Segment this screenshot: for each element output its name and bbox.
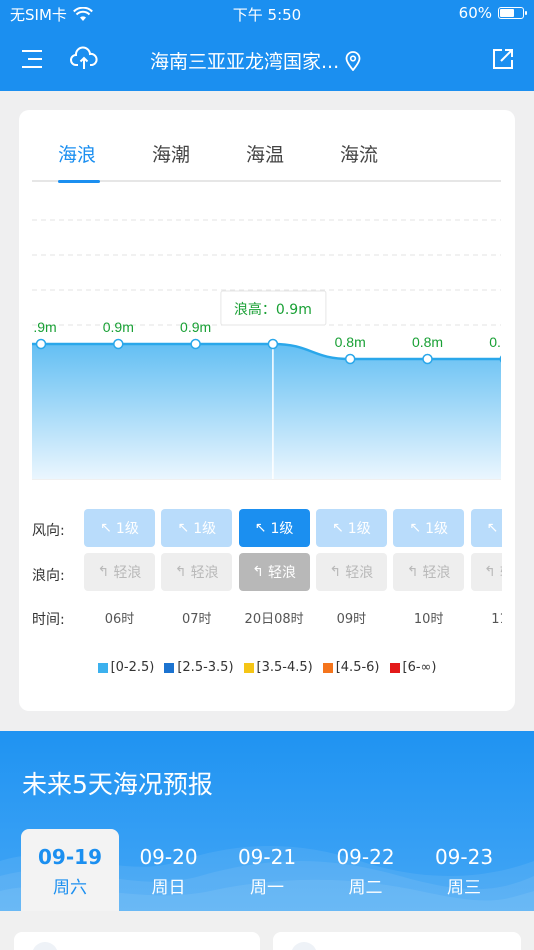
wave-level: 轻浪	[267, 565, 296, 581]
wave-level: 轻浪	[422, 565, 451, 581]
forecast-day-tab[interactable]: 09-22 周二	[317, 829, 415, 911]
status-right: 60%	[458, 4, 527, 22]
wave-direction-icon: ↰	[329, 564, 342, 580]
wind-cell[interactable]: ↖1级	[238, 509, 310, 547]
status-bar: 无SIM卡 下午 5:50 60%	[0, 0, 534, 28]
hourly-rows: ↖1级↖1级↖1级↖1级↖1级↖1级↰轻浪↰轻浪↰轻浪↰轻浪↰轻浪↰轻浪06时0…	[19, 110, 502, 711]
time-cell: 11时	[491, 612, 502, 627]
share-icon	[493, 49, 513, 69]
location-name: 海南三亚亚龙湾国家...	[150, 51, 340, 73]
legend-label: [6-∞)	[402, 660, 437, 675]
forecast-weekday: 周日	[151, 878, 186, 898]
wind-level: 1级	[270, 521, 294, 537]
wave-cell[interactable]: ↰轻浪	[315, 553, 387, 591]
status-time: 下午 5:50	[232, 6, 302, 24]
location-pin-icon	[345, 50, 361, 71]
wind-level: 1级	[347, 521, 371, 537]
wave-direction-icon: ↰	[252, 564, 264, 580]
wave-cell[interactable]: ↰轻浪	[84, 553, 155, 591]
wave-level: 轻浪	[113, 565, 142, 581]
arrow-up-left-icon: ↖	[409, 520, 422, 536]
forecast-day-tab[interactable]: 09-19 周六	[21, 829, 119, 911]
wave-card: 海浪 海潮 海温 海流 .9m0.9m0.9m0.8m0.8m0.8m浪高：0.…	[19, 110, 515, 711]
forecast-date: 09-19	[38, 845, 102, 869]
wave-level: 轻浪	[345, 565, 374, 581]
arrow-up-left-icon: ↖	[332, 520, 344, 536]
forecast-date: 09-21	[237, 845, 297, 869]
time-cell: 06时	[104, 612, 135, 627]
forecast-card-right	[273, 932, 521, 950]
nav-bar: 海南三亚亚龙湾国家...	[0, 28, 534, 91]
wind-cell[interactable]: ↖1级	[470, 509, 502, 547]
location-title[interactable]: 海南三亚亚龙湾国家...	[150, 47, 361, 74]
battery-percent: 60%	[458, 4, 492, 22]
wave-direction-icon: ↰	[174, 564, 187, 580]
arrow-up-left-icon: ↖	[100, 520, 112, 536]
wind-cell[interactable]: ↖1级	[393, 509, 465, 547]
forecast-weekday: 周六	[53, 878, 87, 898]
wind-cell[interactable]: ↖1级	[315, 509, 387, 547]
forecast-day-tab[interactable]: 09-23 周三	[415, 829, 513, 911]
wave-cell[interactable]: ↰轻浪	[470, 553, 502, 591]
menu-button[interactable]	[20, 48, 44, 70]
arrow-up-left-icon: ↖	[177, 520, 190, 536]
forecast-date: 09-20	[139, 845, 198, 869]
card-icon	[32, 942, 58, 950]
share-button[interactable]	[490, 46, 516, 72]
card-icon	[291, 942, 317, 950]
arrow-up-left-icon: ↖	[486, 520, 499, 536]
battery-icon	[498, 7, 527, 19]
cloud-upload-icon	[70, 46, 98, 69]
legend-swatch	[389, 662, 400, 673]
wind-level: 1级	[115, 521, 139, 537]
legend-item: [0-2.5)	[97, 660, 155, 675]
time-cell: 09时	[336, 612, 367, 627]
forecast-date: 09-23	[434, 845, 494, 869]
legend-label: [2.5-3.5)	[177, 660, 234, 675]
legend-label: [4.5-6)	[335, 660, 380, 675]
forecast-card-left	[14, 932, 260, 950]
wave-direction-icon: ↰	[406, 564, 419, 580]
menu-icon	[22, 50, 42, 68]
wave-direction-icon: ↰	[97, 564, 110, 580]
wave-level: 轻浪	[500, 562, 502, 582]
cloud-button[interactable]	[70, 46, 98, 72]
forecast-section: 未来5天海况预报 09-19 周六 09-20 周日 09-21 周一 09-22 周二 09-…	[0, 731, 534, 911]
legend-swatch	[243, 662, 254, 673]
legend-label: [3.5-4.5)	[256, 660, 313, 675]
wave-cell[interactable]: ↰轻浪	[393, 553, 465, 591]
wave-direction-icon: ↰	[484, 564, 496, 580]
wave-level: 轻浪	[190, 565, 219, 581]
wind-level: 1级	[425, 521, 449, 537]
arrow-up-left-icon: ↖	[254, 520, 267, 536]
wind-cell[interactable]: ↖1级	[161, 509, 233, 547]
forecast-day-tab[interactable]: 09-21 周一	[218, 829, 316, 911]
time-cell: 07时	[182, 612, 212, 627]
legend-label: [0-2.5)	[110, 660, 155, 675]
legend-item: [2.5-3.5)	[164, 660, 234, 675]
forecast-heading: 未来5天海况预报	[22, 770, 213, 799]
legend-swatch	[322, 662, 333, 673]
forecast-day-tab[interactable]: 09-20 周日	[120, 829, 218, 911]
legend-swatch	[164, 662, 175, 673]
legend-item: [3.5-4.5)	[243, 660, 313, 675]
forecast-date: 09-22	[336, 845, 395, 869]
legend: [0-2.5) [2.5-3.5) [3.5-4.5) [4.5-6) [6-∞)	[19, 660, 515, 675]
forecast-weekday: 周二	[348, 878, 383, 898]
time-cell: 20日08时	[244, 612, 304, 627]
wind-level: 1级	[193, 521, 217, 537]
forecast-weekday: 周三	[447, 878, 481, 898]
wave-cell[interactable]: ↰轻浪	[161, 553, 233, 591]
time-cell: 10时	[413, 612, 444, 627]
forecast-weekday: 周一	[250, 878, 284, 898]
wind-cell[interactable]: ↖1级	[84, 509, 155, 547]
bottom-area	[0, 911, 534, 950]
wave-cell[interactable]: ↰轻浪	[238, 553, 310, 591]
legend-swatch	[97, 662, 108, 673]
legend-item: [4.5-6)	[322, 660, 380, 675]
legend-item: [6-∞)	[389, 660, 437, 675]
